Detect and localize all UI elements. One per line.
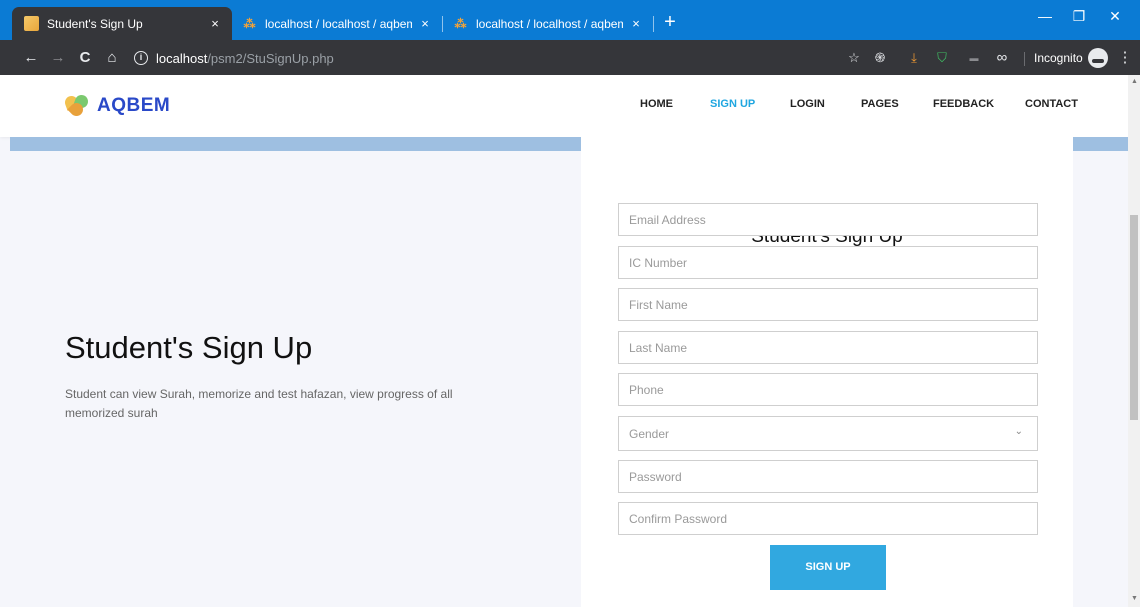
tab-title: localhost / localhost / aqbem / st <box>476 16 623 31</box>
nav-feedback[interactable]: FEEDBACK <box>933 98 994 110</box>
reload-button[interactable]: C <box>74 47 96 69</box>
infinity-extension-icon[interactable]: ∞ <box>992 48 1012 68</box>
wappalyzer-extension-icon[interactable]: ▬ <box>964 48 984 68</box>
sign-up-button[interactable]: SIGN UP <box>770 545 886 590</box>
home-button[interactable]: ⌂ <box>101 47 123 69</box>
gender-select-value: Gender <box>629 427 670 441</box>
toolbar-divider <box>1024 52 1025 66</box>
phpmyadmin-favicon-icon: ⁂ <box>454 16 467 31</box>
tab-phpmyadmin-1[interactable]: ⁂ localhost / localhost / aqbem / fo × <box>232 7 442 40</box>
hero-title: Student's Sign Up <box>65 330 313 365</box>
ic-number-field[interactable] <box>618 246 1038 279</box>
nav-sign-up[interactable]: SIGN UP <box>710 98 755 110</box>
nav-contact[interactable]: CONTACT <box>1025 98 1078 110</box>
bookmark-star-icon[interactable]: ☆ <box>844 48 864 68</box>
scroll-down-arrow-icon[interactable]: ▼ <box>1131 595 1138 602</box>
minimize-button[interactable]: — <box>1030 8 1060 24</box>
nav-login[interactable]: LOGIN <box>790 98 825 110</box>
tab-students-sign-up[interactable]: Student's Sign Up × <box>12 7 232 40</box>
tab-divider <box>653 16 654 32</box>
gender-select[interactable]: Gender ⌄ <box>618 416 1038 451</box>
site-navbar: AQBEM HOME SIGN UP LOGIN PAGES FEEDBACK … <box>0 75 1128 137</box>
logo-mark-icon <box>63 93 91 119</box>
browser-toolbar: ← → C ⌂ i localhost/psm2/StuSignUp.php ☆… <box>0 40 1140 75</box>
tab-close-icon[interactable]: × <box>418 16 432 31</box>
email-field[interactable] <box>618 203 1038 236</box>
fingerprint-extension-icon[interactable]: ֍ <box>870 48 890 68</box>
url-host: localhost <box>156 50 208 66</box>
password-field[interactable] <box>618 460 1038 493</box>
site-favicon-icon <box>24 16 39 31</box>
scrollbar-thumb[interactable] <box>1130 215 1138 420</box>
chevron-down-icon: ⌄ <box>1014 426 1023 437</box>
tab-close-icon[interactable]: × <box>208 16 222 31</box>
nav-home[interactable]: HOME <box>640 98 673 110</box>
hero-description: Student can view Surah, memorize and tes… <box>65 387 453 420</box>
incognito-label: Incognito <box>1034 51 1083 65</box>
new-tab-button[interactable]: + <box>658 12 682 34</box>
incognito-icon <box>1088 48 1108 68</box>
address-bar[interactable]: i localhost/psm2/StuSignUp.php <box>134 47 334 69</box>
scroll-up-arrow-icon[interactable]: ▲ <box>1131 78 1138 85</box>
confirm-password-field[interactable] <box>618 502 1038 535</box>
first-name-field[interactable] <box>618 288 1038 321</box>
tab-close-icon[interactable]: × <box>629 16 643 31</box>
restore-button[interactable]: ❐ <box>1064 8 1094 25</box>
last-name-field[interactable] <box>618 331 1038 364</box>
site-info-icon[interactable]: i <box>134 51 148 65</box>
url-path: /psm2/StuSignUp.php <box>207 50 334 66</box>
back-button[interactable]: ← <box>20 47 42 69</box>
phone-field[interactable] <box>618 373 1038 406</box>
download-extension-icon[interactable]: ⤓ <box>904 48 924 68</box>
site-logo[interactable]: AQBEM <box>63 93 170 119</box>
shield-extension-icon[interactable]: ⛉ <box>932 48 952 68</box>
tab-title: Student's Sign Up <box>47 16 143 31</box>
close-window-button[interactable]: ✕ <box>1100 8 1130 25</box>
page-scrollbar[interactable]: ▲ ▼ <box>1128 75 1140 607</box>
browser-tab-bar: Student's Sign Up × ⁂ localhost / localh… <box>0 0 1140 40</box>
tab-title: localhost / localhost / aqbem / fo <box>265 16 412 31</box>
phpmyadmin-favicon-icon: ⁂ <box>243 16 256 31</box>
tab-phpmyadmin-2[interactable]: ⁂ localhost / localhost / aqbem / st × <box>443 7 653 40</box>
logo-text: AQBEM <box>97 95 171 116</box>
forward-button[interactable]: → <box>47 47 69 69</box>
browser-menu-button[interactable]: ⋮ <box>1114 47 1136 69</box>
nav-pages[interactable]: PAGES <box>861 98 899 110</box>
